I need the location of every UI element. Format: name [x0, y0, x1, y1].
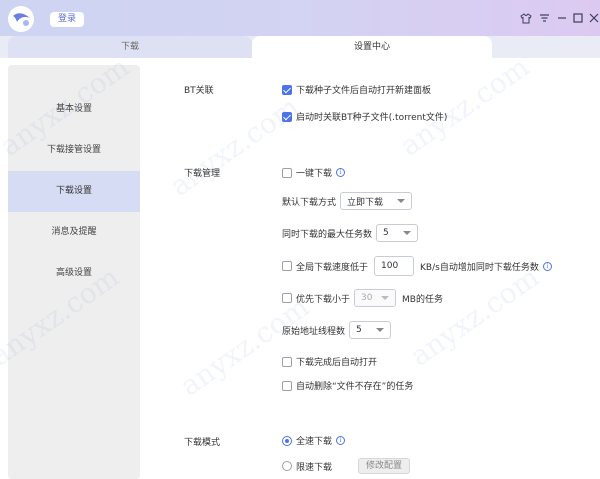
select-value: 立即下载	[347, 197, 384, 208]
origin-threads-row: 原始地址线程数 5	[282, 321, 392, 339]
full-speed-option[interactable]: 全速下载 i	[282, 434, 346, 447]
max-tasks-row: 同时下载的最大任务数 5	[282, 224, 419, 242]
default-mode-label: 默认下载方式	[282, 197, 337, 208]
section-label-bt: BT关联	[184, 86, 214, 96]
bt-associate-option[interactable]: 启动时关联BT种子文件(.torrent文件)	[282, 110, 447, 123]
option-label: 一键下载	[296, 169, 333, 179]
app-logo-icon	[8, 6, 34, 32]
tab-download[interactable]: 下载	[8, 36, 252, 58]
select-value: 5	[383, 228, 389, 238]
priority-size-row: 优先下载小于 30 MB的任务	[282, 289, 443, 307]
checkbox[interactable]	[282, 84, 292, 95]
option-label: 下载种子文件后自动打开新建面板	[296, 86, 432, 96]
option-label: 下载完成后自动打开	[296, 358, 378, 368]
origin-threads-label: 原始地址线程数	[282, 326, 346, 337]
auto-open-option[interactable]: 下载完成后自动打开	[282, 355, 377, 368]
section-label-mode: 下载模式	[184, 438, 221, 448]
section-label-manage: 下载管理	[184, 169, 221, 179]
chevron-down-icon	[376, 328, 385, 332]
speed-threshold-row: 全局下载速度低于 100 KB/s自动增加同时下载任务数 i	[282, 256, 552, 276]
chevron-down-icon	[397, 199, 406, 203]
settings-sidebar: 基本设置 下载接管设置 下载设置 消息及提醒 高级设置	[8, 65, 140, 479]
info-icon[interactable]: i	[336, 436, 346, 445]
sidebar-item-notifications[interactable]: 消息及提醒	[8, 212, 140, 253]
default-mode-row: 默认下载方式 立即下载	[282, 192, 413, 210]
max-tasks-label: 同时下载的最大任务数	[282, 229, 373, 240]
one-click-download-option[interactable]: 一键下载 i	[282, 166, 346, 179]
option-label: 启动时关联BT种子文件(.torrent文件)	[296, 113, 448, 123]
speed-threshold-input[interactable]: 100	[374, 256, 415, 276]
sidebar-item-takeover[interactable]: 下载接管设置	[8, 130, 140, 171]
menu-icon[interactable]	[537, 11, 551, 25]
option-label: 全速下载	[296, 437, 333, 447]
speed-suffix-label: KB/s自动增加同时下载任务数	[420, 262, 539, 273]
option-label: 自动删除“文件不存在”的任务	[296, 382, 414, 392]
info-icon[interactable]: i	[336, 168, 346, 177]
priority-suffix-label: MB的任务	[402, 294, 443, 305]
checkbox[interactable]	[282, 356, 292, 367]
info-icon[interactable]: i	[542, 261, 552, 271]
close-icon[interactable]	[587, 11, 600, 25]
checkbox[interactable]	[282, 293, 292, 303]
priority-prefix-label: 优先下载小于	[296, 294, 351, 305]
tab-settings[interactable]: 设置中心	[252, 36, 492, 58]
limited-speed-option[interactable]: 限速下载 修改配置	[282, 458, 411, 474]
maximize-icon[interactable]	[571, 11, 585, 25]
radio[interactable]	[282, 461, 292, 471]
checkbox[interactable]	[282, 167, 292, 178]
max-tasks-select[interactable]: 5	[376, 224, 419, 242]
origin-threads-select[interactable]: 5	[349, 321, 392, 339]
option-label: 限速下载	[296, 462, 333, 473]
select-value: 30	[361, 293, 373, 303]
sidebar-item-download[interactable]: 下载设置	[8, 171, 140, 212]
title-bar: 登录	[0, 0, 600, 36]
checkbox[interactable]	[282, 261, 292, 271]
sidebar-item-advanced[interactable]: 高级设置	[8, 253, 140, 294]
settings-content: BT关联 下载种子文件后自动打开新建面板 启动时关联BT种子文件(.torren…	[140, 58, 600, 479]
default-mode-select[interactable]: 立即下载	[340, 192, 413, 210]
modify-config-button[interactable]: 修改配置	[358, 458, 411, 474]
radio[interactable]	[282, 435, 292, 446]
checkbox[interactable]	[282, 380, 292, 391]
speed-prefix-label: 全局下载速度低于	[296, 262, 369, 273]
chevron-down-icon	[381, 296, 390, 300]
auto-delete-option[interactable]: 自动删除“文件不存在”的任务	[282, 379, 413, 392]
bt-auto-open-option[interactable]: 下载种子文件后自动打开新建面板	[282, 83, 431, 96]
checkbox[interactable]	[282, 111, 292, 122]
select-value: 5	[356, 325, 362, 335]
sidebar-item-basic[interactable]: 基本设置	[8, 89, 140, 130]
minimize-icon[interactable]	[555, 11, 569, 25]
priority-size-select[interactable]: 30	[354, 289, 397, 307]
skin-icon[interactable]	[519, 11, 533, 25]
chevron-down-icon	[403, 231, 412, 235]
main-tabs: 下载 设置中心	[0, 36, 600, 58]
login-button[interactable]: 登录	[50, 12, 84, 27]
